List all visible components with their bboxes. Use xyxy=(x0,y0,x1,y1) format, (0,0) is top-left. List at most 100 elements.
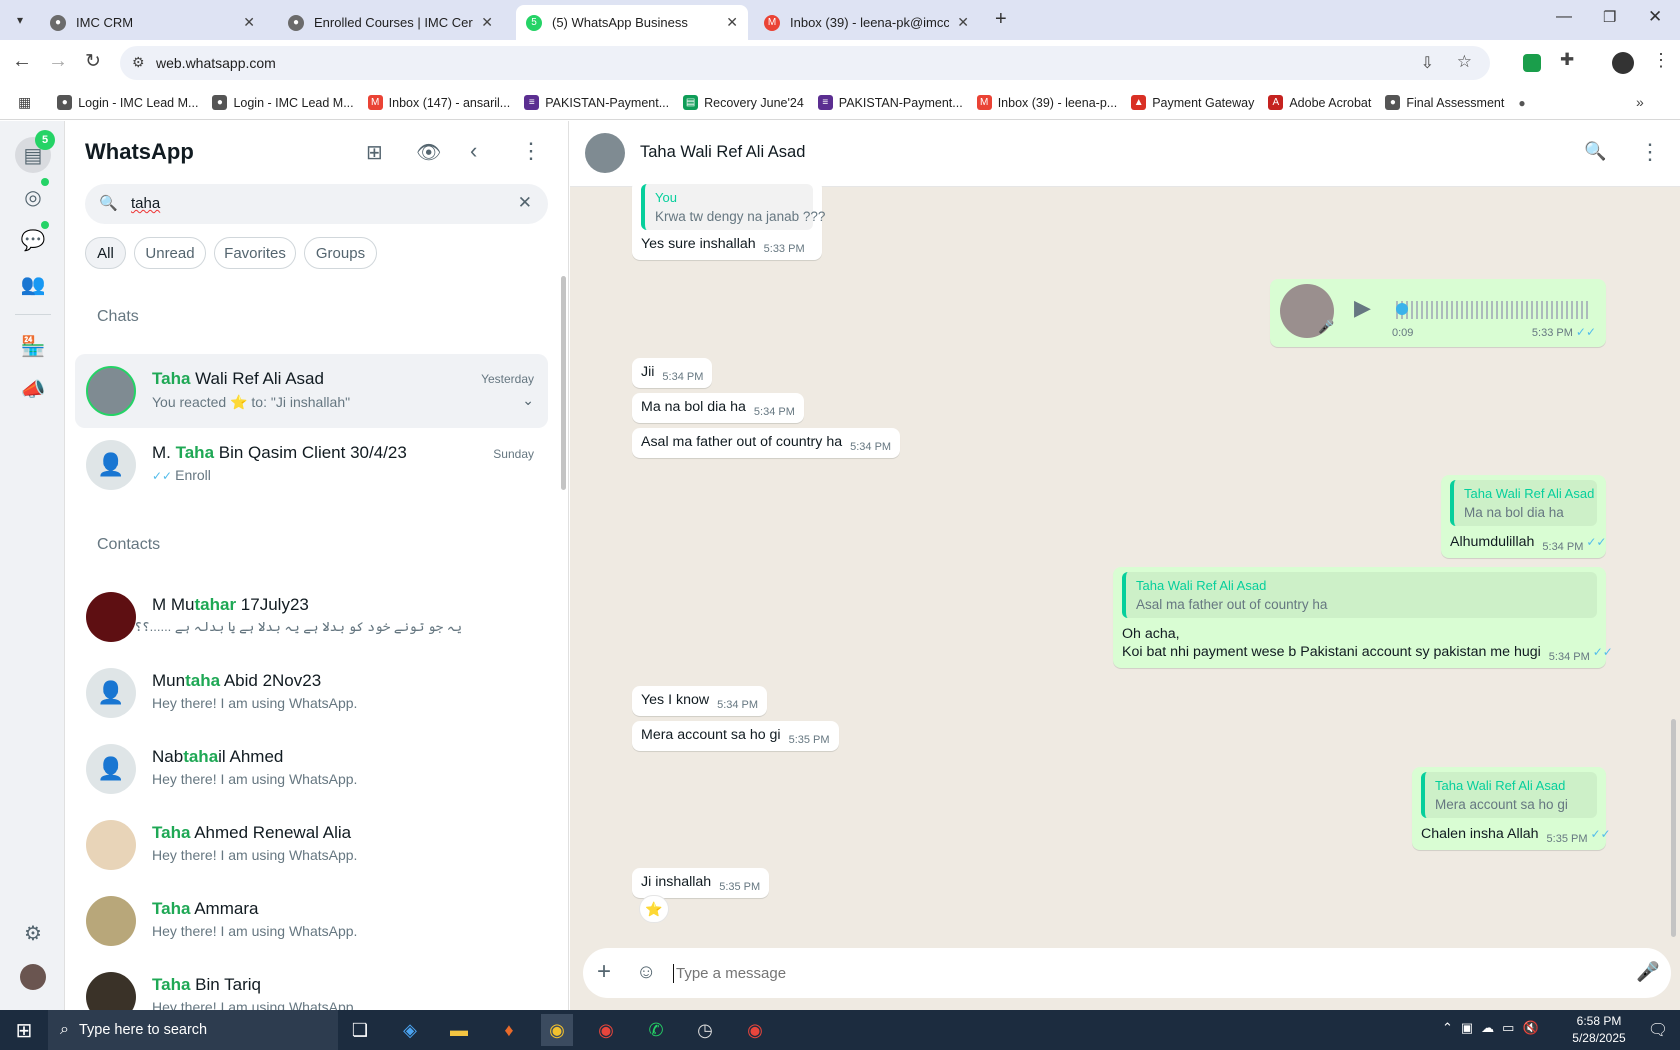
clock[interactable]: 6:58 PM 5/28/2025 xyxy=(1560,1013,1638,1047)
bookmark-item[interactable]: M Inbox (39) - leena-p... xyxy=(976,95,1117,110)
filter-favorites[interactable]: Favorites xyxy=(214,237,296,269)
minimize-button[interactable]: — xyxy=(1556,8,1572,26)
close-tab-icon[interactable]: ✕ xyxy=(957,14,969,31)
search-box[interactable]: 🔍 taha ✕ xyxy=(85,184,548,224)
progress-dot[interactable] xyxy=(1396,303,1408,315)
hide-icon[interactable]: 👁 xyxy=(416,140,441,165)
search-icon[interactable]: 🔍 xyxy=(1584,141,1606,162)
install-app-icon[interactable]: ⇩ xyxy=(1421,53,1434,73)
chrome-icon[interactable]: ◉ xyxy=(541,1014,573,1046)
chevron-down-icon[interactable]: ⌄ xyxy=(522,392,534,409)
tab-whatsapp[interactable]: 5 (5) WhatsApp Business ✕ xyxy=(516,5,748,40)
sidebar-scrollbar[interactable] xyxy=(561,276,566,490)
menu-icon[interactable]: ⋮ xyxy=(1639,139,1661,165)
chat-row[interactable]: Taha Wali Ref Ali Asad You reacted ⭐ to:… xyxy=(75,354,548,428)
message-input[interactable] xyxy=(676,960,1556,986)
clear-search-icon[interactable]: ✕ xyxy=(518,193,532,213)
bookmark-item[interactable]: A Adobe Acrobat xyxy=(1268,95,1371,110)
outgoing-message[interactable]: Taha Wali Ref Ali Asad Mera account sa h… xyxy=(1412,767,1611,850)
taskbar-search[interactable]: ⌕ Type here to search xyxy=(48,1010,338,1050)
site-info-icon[interactable]: ⚙ xyxy=(132,54,145,71)
incoming-message[interactable]: Jii 5:34 PM xyxy=(632,358,713,388)
tab-gmail-inbox[interactable]: M Inbox (39) - leena-pk@imccertif ✕ xyxy=(754,5,979,40)
windows-start-icon[interactable]: ⊞ xyxy=(8,1014,40,1046)
quoted-message[interactable]: Taha Wali Ref Ali Asad Mera account sa h… xyxy=(1421,772,1597,818)
tab-enrolled-courses[interactable]: ● Enrolled Courses | IMC Certifica ✕ xyxy=(278,5,503,40)
outgoing-message[interactable]: Taha Wali Ref Ali Asad Ma na bol dia ha … xyxy=(1441,475,1606,558)
bookmark-item[interactable]: M Inbox (147) - ansaril... xyxy=(367,95,510,110)
reload-icon[interactable]: ↻ xyxy=(85,50,101,73)
waveform[interactable] xyxy=(1396,301,1588,319)
system-tray[interactable]: ⌃▣☁▭🔇 xyxy=(1442,1020,1547,1036)
restore-button[interactable]: ❐ xyxy=(1603,8,1616,26)
menu-icon[interactable]: ⋮ xyxy=(520,138,542,164)
app-icon[interactable]: ♦ xyxy=(493,1014,525,1046)
contact-row[interactable]: M Mutahar 17July23 یہ جو تونے خود کو بدل… xyxy=(70,581,548,653)
url-bar[interactable]: ⚙ web.whatsapp.com ⇩ ☆ xyxy=(120,46,1490,80)
catalog-icon[interactable]: 🏪 xyxy=(18,331,48,361)
apps-grid-icon[interactable]: ▦ xyxy=(18,94,31,111)
profile-avatar-icon[interactable] xyxy=(1612,52,1634,74)
task-view-icon[interactable]: ❏ xyxy=(344,1014,376,1046)
chat-scrollbar[interactable] xyxy=(1671,719,1676,937)
filter-groups[interactable]: Groups xyxy=(304,237,377,269)
close-window-button[interactable]: ✕ xyxy=(1648,7,1662,27)
bookmark-item[interactable]: ≡ PAKISTAN-Payment... xyxy=(524,95,669,110)
sticker-emoji-icon[interactable]: ☺ xyxy=(636,961,656,984)
chrome-icon[interactable]: ◉ xyxy=(739,1014,771,1046)
incoming-message[interactable]: Mera account sa ho gi 5:35 PM xyxy=(632,721,839,751)
new-chat-icon[interactable]: ⊞ xyxy=(366,140,383,165)
contact-row[interactable]: Taha Bin Tariq Hey there! I am using Wha… xyxy=(70,961,548,1010)
communities-icon[interactable]: 👥 xyxy=(18,269,48,299)
microphone-icon[interactable]: 🎤 xyxy=(1636,960,1660,984)
advertise-icon[interactable]: 📣 xyxy=(18,374,48,404)
search-input[interactable]: taha xyxy=(131,195,160,212)
chrome-icon[interactable]: ◉ xyxy=(590,1014,622,1046)
close-tab-icon[interactable]: ✕ xyxy=(243,14,255,31)
app-icon[interactable]: ◷ xyxy=(689,1014,721,1046)
reaction-badge[interactable]: ⭐ xyxy=(639,895,669,923)
browser-menu-icon[interactable]: ⋮ xyxy=(1652,50,1670,71)
incoming-message[interactable]: Ma na bol dia ha 5:34 PM xyxy=(632,393,804,423)
channels-icon[interactable]: 💬 xyxy=(18,225,48,255)
contact-row[interactable]: 👤 Muntaha Abid 2Nov23 Hey there! I am us… xyxy=(70,657,548,729)
bookmark-favicon-icon[interactable]: ● xyxy=(1518,96,1525,110)
incoming-message[interactable]: You Krwa tw dengy na janab ??? Yes sure … xyxy=(632,180,825,260)
forward-icon[interactable]: → xyxy=(48,50,68,73)
contact-name[interactable]: Taha Wali Ref Ali Asad xyxy=(640,143,805,162)
outgoing-voice-message[interactable]: 🎤 ▶ 0:09 5:33 PM ✓✓ xyxy=(1270,279,1606,347)
close-tab-icon[interactable]: ✕ xyxy=(481,14,493,31)
bookmark-item[interactable]: ● Login - IMC Lead M... xyxy=(57,95,198,110)
quoted-message[interactable]: You Krwa tw dengy na janab ??? xyxy=(641,184,825,230)
extension-icon[interactable] xyxy=(1523,54,1541,72)
contact-row[interactable]: Taha Ammara Hey there! I am using WhatsA… xyxy=(70,885,548,957)
tab-search-button[interactable]: ▾ xyxy=(8,8,32,32)
notifications-icon[interactable]: 🗨 xyxy=(1642,1014,1674,1046)
incoming-message[interactable]: Asal ma father out of country ha 5:34 PM xyxy=(632,428,901,458)
play-icon[interactable]: ▶ xyxy=(1354,295,1371,321)
file-explorer-icon[interactable]: ▬ xyxy=(443,1014,475,1046)
contact-row[interactable]: Taha Ahmed Renewal Alia Hey there! I am … xyxy=(70,809,548,881)
whatsapp-icon[interactable]: ✆ xyxy=(640,1014,672,1046)
bookmark-item[interactable]: ≡ PAKISTAN-Payment... xyxy=(817,95,963,110)
tab-imc-crm[interactable]: ● IMC CRM ✕ xyxy=(40,5,265,40)
profile-avatar[interactable] xyxy=(20,964,46,990)
bookmark-item[interactable]: ● Final Assessment xyxy=(1385,95,1504,110)
close-tab-icon[interactable]: ✕ xyxy=(726,14,738,31)
incoming-message[interactable]: Ji inshallah 5:35 PM xyxy=(632,868,770,898)
back-icon[interactable]: ← xyxy=(12,50,32,73)
status-icon[interactable]: ◎ xyxy=(18,182,48,212)
attach-plus-icon[interactable]: + xyxy=(597,958,611,986)
new-tab-button[interactable]: + xyxy=(995,8,1007,31)
bookmark-item[interactable]: ▲ Payment Gateway xyxy=(1131,95,1254,110)
more-bookmarks-icon[interactable]: » xyxy=(1636,94,1644,110)
incoming-message[interactable]: Yes I know 5:34 PM xyxy=(632,686,768,716)
bookmark-item[interactable]: ▤ Recovery June'24 xyxy=(683,95,804,110)
bookmark-star-icon[interactable]: ☆ xyxy=(1457,52,1472,72)
copilot-icon[interactable]: ◈ xyxy=(394,1014,426,1046)
bookmark-item[interactable]: ● Login - IMC Lead M... xyxy=(212,95,354,110)
filter-all[interactable]: All xyxy=(85,237,126,269)
contact-row[interactable]: 👤 Nabtahail Ahmed Hey there! I am using … xyxy=(70,733,548,805)
contact-avatar[interactable] xyxy=(585,133,625,173)
filter-unread[interactable]: Unread xyxy=(134,237,206,269)
